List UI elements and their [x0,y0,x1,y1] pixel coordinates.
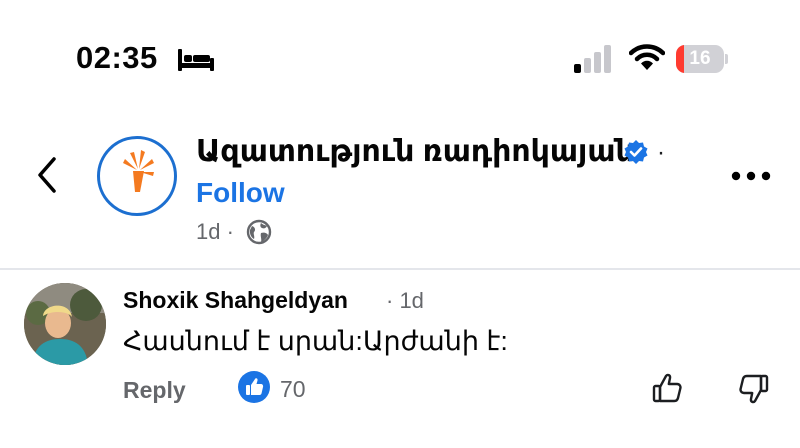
comment-text: Հասնում է սրան:Արժանի է: [123,326,508,356]
comment-time: · 1d [386,288,424,313]
more-horizontal-icon[interactable] [730,168,772,184]
wifi-icon [629,44,665,70]
chevron-left-icon[interactable] [32,153,62,197]
globe-icon [246,219,272,245]
verified-badge-icon [624,140,648,164]
like-reaction-icon[interactable] [238,371,270,403]
battery-icon: 16 [676,45,728,73]
comment-author[interactable]: Shoxik Shahgeldyan [123,287,348,314]
thumbs-down-icon[interactable] [736,372,770,406]
thumbs-up-icon[interactable] [651,371,685,405]
battery-cap [725,54,728,64]
reply-button[interactable]: Reply [123,377,186,404]
page-avatar[interactable] [97,136,177,216]
radio-liberty-logo-icon [123,150,154,192]
reaction-count[interactable]: 70 [280,376,306,403]
post-age: 1d [196,219,221,244]
like-thumb-glyph [246,378,264,395]
cellular-signal-icon [574,45,611,73]
follow-button[interactable]: Follow [196,177,285,209]
page-name[interactable]: Ազատություն ռադիոկայան [196,134,635,169]
header-separator: · [657,139,665,166]
post-meta: 1d · [196,219,234,245]
status-time: 02:35 [76,40,158,75]
divider [0,268,800,270]
commenter-photo [24,283,106,365]
bed-icon [178,49,214,71]
meta-separator: · [226,219,234,244]
commenter-avatar[interactable] [24,283,106,365]
battery-level: 16 [689,48,711,69]
